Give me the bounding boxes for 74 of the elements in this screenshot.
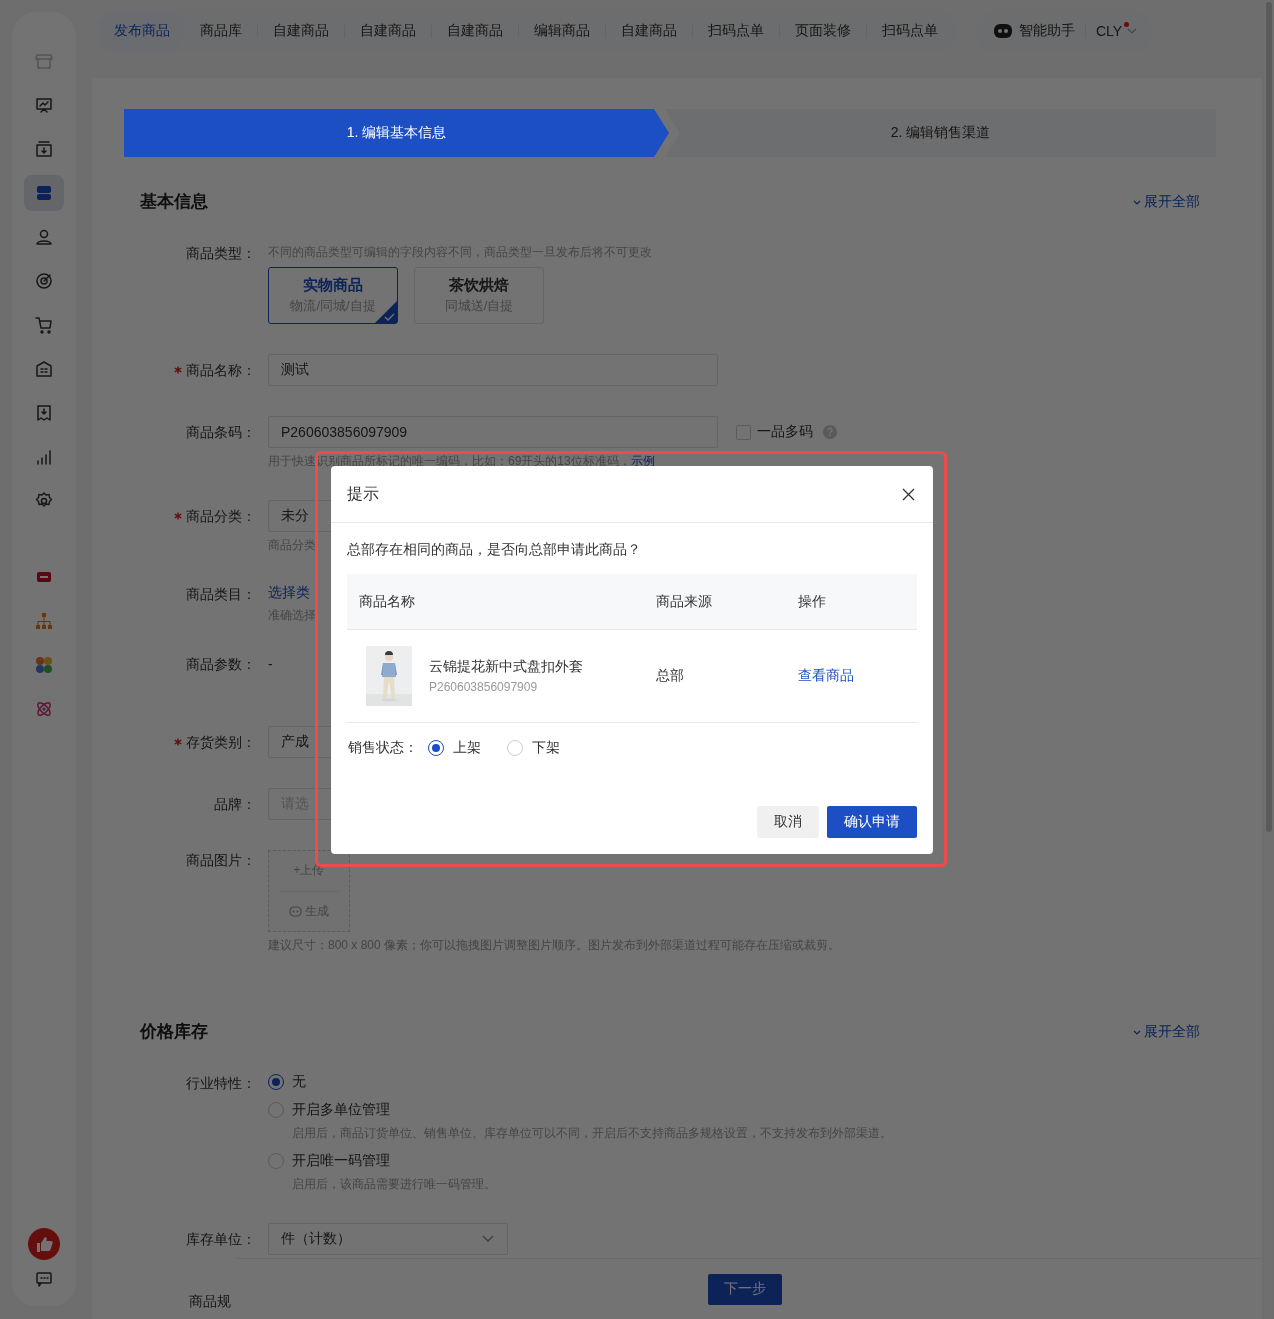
radio-option[interactable]: 上架: [428, 739, 481, 757]
atom-icon: [34, 699, 54, 719]
bar-chart-icon: [34, 447, 54, 467]
field-label: 品牌：: [214, 795, 256, 814]
chat-icon[interactable]: [35, 1270, 53, 1288]
text-field[interactable]: 测试: [268, 354, 718, 386]
layers-icon: [34, 183, 54, 203]
user-menu[interactable]: CLY: [1096, 23, 1139, 39]
nav-tab[interactable]: 自建商品: [258, 12, 344, 50]
cart-icon: [34, 315, 54, 335]
cancel-button[interactable]: 取消: [757, 806, 819, 838]
column-header: 操作: [798, 592, 827, 611]
field-label: 商品参数：: [186, 655, 256, 674]
org-chart-icon: [34, 611, 54, 631]
confirm-button[interactable]: 确认申请: [827, 806, 917, 838]
nav-tab[interactable]: 自建商品: [345, 12, 431, 50]
selected-check-icon: [375, 301, 397, 323]
robot-icon: [993, 21, 1013, 41]
expand-all-link[interactable]: 展开全部: [1132, 1022, 1200, 1041]
section-title: 基本信息: [140, 191, 208, 213]
nav-tab[interactable]: 编辑商品: [519, 12, 605, 50]
text-field[interactable]: P260603856097909: [268, 416, 718, 448]
receipt-icon: [34, 403, 54, 423]
archive-icon: [34, 139, 54, 159]
column-header: 商品来源: [656, 592, 713, 611]
next-step-button[interactable]: 下一步: [707, 1273, 782, 1305]
field-label: 库存单位：: [186, 1230, 256, 1249]
chart-board-icon: [34, 95, 54, 115]
select-category-link[interactable]: 选择类: [268, 584, 310, 602]
field-label: 商品条码：: [186, 423, 256, 442]
robot-icon: [289, 904, 302, 918]
radio-option[interactable]: 无: [268, 1073, 306, 1091]
assistant-button[interactable]: 智能助手: [993, 21, 1075, 41]
nav-tab[interactable]: 扫码点单: [867, 12, 953, 50]
nav-tab[interactable]: 商品库: [185, 12, 257, 50]
table-cell-text: 总部: [656, 667, 685, 685]
product-name: 云锦提花新中式盘扣外套: [429, 658, 583, 676]
column-header: 商品名称: [358, 592, 416, 611]
field-label: 商品图片：: [186, 851, 256, 870]
field-label: 商品名称：: [186, 361, 256, 380]
field-label: 商品类目：: [186, 585, 256, 604]
field-label: 销售状态：: [348, 739, 418, 757]
nav-tab[interactable]: 自建商品: [606, 12, 692, 50]
radio-option[interactable]: 开启唯一码管理: [268, 1152, 390, 1170]
nav-tab[interactable]: 扫码点单: [693, 12, 779, 50]
dialog-title: 提示: [347, 483, 379, 504]
field-label: 存货类别：: [186, 733, 256, 752]
sidebar-item[interactable]: [24, 175, 64, 211]
product-code: P260603856097909: [429, 680, 539, 694]
section-title: 价格库存: [140, 1021, 208, 1043]
select-field[interactable]: 件（计数）: [268, 1223, 508, 1255]
user-icon: [34, 227, 54, 247]
building-icon: [34, 359, 54, 379]
field-value: -: [268, 656, 273, 672]
radio-option[interactable]: 开启多单位管理: [268, 1101, 390, 1119]
target-icon: [34, 271, 54, 291]
step-tab[interactable]: 2. 编辑销售渠道: [665, 109, 1216, 157]
dialog-message: 总部存在相同的商品，是否向总部申请此商品？: [347, 540, 642, 559]
nav-tab[interactable]: 页面装修: [780, 12, 866, 50]
radio-option[interactable]: 下架: [507, 739, 560, 757]
view-product-link[interactable]: 查看商品: [798, 667, 854, 685]
field-label: 商品规: [189, 1292, 231, 1311]
thumbs-up-icon[interactable]: [28, 1228, 60, 1260]
close-icon: [902, 487, 915, 501]
nav-tab[interactable]: 自建商品: [432, 12, 518, 50]
field-label: 商品类型：: [186, 244, 256, 263]
step-tab[interactable]: 1. 编辑基本信息: [124, 109, 669, 157]
field-label: 行业特性：: [186, 1074, 256, 1093]
multi-code-checkbox[interactable]: 一品多码: [736, 423, 813, 441]
field-label: 商品分类：: [186, 507, 256, 526]
close-button[interactable]: [902, 487, 915, 501]
expand-all-link[interactable]: 展开全部: [1132, 192, 1200, 211]
colorful-petals-icon: [34, 655, 54, 675]
example-link[interactable]: 示例: [630, 452, 655, 470]
